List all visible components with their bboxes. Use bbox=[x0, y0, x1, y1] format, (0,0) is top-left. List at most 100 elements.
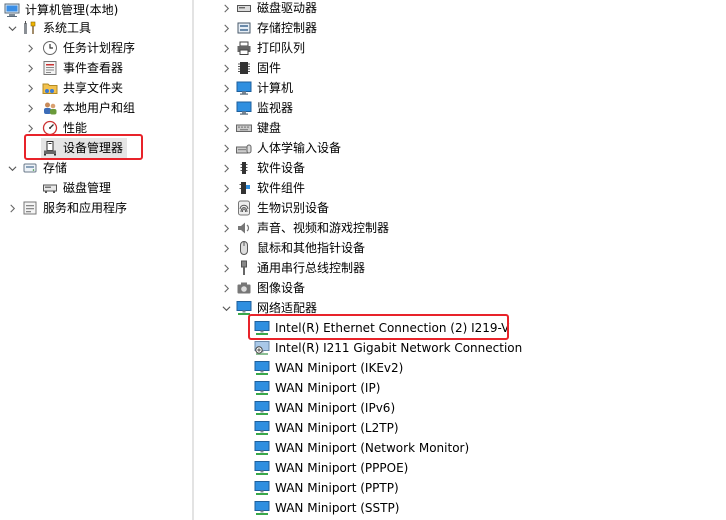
chevron-right-icon[interactable] bbox=[24, 58, 36, 78]
chevron-right-icon[interactable] bbox=[220, 18, 232, 38]
chevron-right-icon[interactable] bbox=[24, 78, 36, 98]
network-adapter-icon bbox=[254, 380, 270, 396]
category-label: 鼠标和其他指针设备 bbox=[257, 241, 366, 255]
disabled-network-adapter-icon bbox=[254, 340, 270, 356]
category-label: 软件组件 bbox=[257, 181, 306, 195]
device-category-biometric[interactable]: 生物识别设备 bbox=[220, 198, 329, 218]
device-category-network-adapters[interactable]: 网络适配器 bbox=[220, 298, 317, 318]
device-category-monitors[interactable]: 监视器 bbox=[220, 98, 293, 118]
tree-item-services-applications[interactable]: 服务和应用程序 bbox=[6, 198, 127, 218]
category-label: 图像设备 bbox=[257, 281, 306, 295]
device-label: WAN Miniport (L2TP) bbox=[275, 421, 399, 435]
device-category-imaging[interactable]: 图像设备 bbox=[220, 278, 305, 298]
chevron-right-icon[interactable] bbox=[220, 58, 232, 78]
tree-item-label: 存储 bbox=[43, 161, 68, 175]
speaker-icon bbox=[236, 220, 252, 236]
chevron-right-icon[interactable] bbox=[220, 118, 232, 138]
chevron-right-icon[interactable] bbox=[6, 198, 18, 218]
network-adapter-icon bbox=[254, 460, 270, 476]
chevron-right-icon[interactable] bbox=[220, 218, 232, 238]
chevron-right-icon[interactable] bbox=[220, 258, 232, 278]
category-label: 打印队列 bbox=[257, 41, 306, 55]
tree-item-label: 性能 bbox=[63, 121, 88, 135]
device-label: Intel(R) Ethernet Connection (2) I219-V bbox=[275, 321, 510, 335]
device-category-computer[interactable]: 计算机 bbox=[220, 78, 293, 98]
device-category-mice[interactable]: 鼠标和其他指针设备 bbox=[220, 238, 365, 258]
device-category-storage-controllers[interactable]: 存储控制器 bbox=[220, 18, 317, 38]
network-adapter-icon bbox=[254, 440, 270, 456]
users-icon bbox=[42, 100, 58, 116]
tree-item-label: 事件查看器 bbox=[63, 61, 124, 75]
tree-item-system-tools[interactable]: 系统工具 bbox=[6, 18, 91, 38]
tree-item-label: 服务和应用程序 bbox=[43, 201, 128, 215]
network-adapter-item[interactable]: Intel(R) I211 Gigabit Network Connection bbox=[254, 338, 522, 358]
chevron-right-icon[interactable] bbox=[220, 158, 232, 178]
chevron-right-icon[interactable] bbox=[24, 38, 36, 58]
network-adapter-item[interactable]: Intel(R) Ethernet Connection (2) I219-V bbox=[254, 318, 509, 338]
network-adapter-item[interactable]: WAN Miniport (IKEv2) bbox=[254, 358, 403, 378]
chevron-right-icon[interactable] bbox=[220, 138, 232, 158]
network-adapter-item[interactable]: WAN Miniport (L2TP) bbox=[254, 418, 399, 438]
network-adapter-item[interactable]: WAN Miniport (IPv6) bbox=[254, 398, 395, 418]
services-icon bbox=[22, 200, 38, 216]
tree-item-performance[interactable]: 性能 bbox=[24, 118, 87, 138]
computer-management-icon bbox=[4, 2, 20, 18]
chevron-right-icon[interactable] bbox=[220, 198, 232, 218]
navigation-tree: 计算机管理(本地) 系统工具 任务计划程序 事件查看器 共享文件夹 本地用户和组… bbox=[0, 0, 192, 520]
device-category-software-devices[interactable]: 软件设备 bbox=[220, 158, 305, 178]
device-category-keyboards[interactable]: 键盘 bbox=[220, 118, 281, 138]
device-label: WAN Miniport (IP) bbox=[275, 381, 381, 395]
hid-icon bbox=[236, 140, 252, 156]
network-adapter-item[interactable]: WAN Miniport (Network Monitor) bbox=[254, 438, 469, 458]
fingerprint-icon bbox=[236, 200, 252, 216]
device-category-print-queues[interactable]: 打印队列 bbox=[220, 38, 305, 58]
chevron-down-icon[interactable] bbox=[6, 18, 18, 38]
network-adapter-icon bbox=[254, 320, 270, 336]
tree-item-device-manager[interactable]: 设备管理器 bbox=[41, 138, 127, 158]
device-category-usb-controllers[interactable]: 通用串行总线控制器 bbox=[220, 258, 365, 278]
chevron-down-icon[interactable] bbox=[220, 298, 232, 318]
device-label: WAN Miniport (PPPOE) bbox=[275, 461, 409, 475]
tree-item-shared-folders[interactable]: 共享文件夹 bbox=[24, 78, 123, 98]
chevron-right-icon[interactable] bbox=[220, 178, 232, 198]
chevron-right-icon[interactable] bbox=[24, 98, 36, 118]
category-label: 磁盘驱动器 bbox=[257, 1, 318, 15]
device-category-software-components[interactable]: 软件组件 bbox=[220, 178, 305, 198]
disk-drive-icon bbox=[236, 0, 252, 16]
shared-folder-icon bbox=[42, 80, 58, 96]
category-label: 通用串行总线控制器 bbox=[257, 261, 366, 275]
chevron-down-icon[interactable] bbox=[6, 158, 18, 178]
chevron-right-icon[interactable] bbox=[220, 78, 232, 98]
monitor-icon bbox=[236, 100, 252, 116]
tree-item-storage[interactable]: 存储 bbox=[6, 158, 67, 178]
tree-item-disk-management[interactable]: 磁盘管理 bbox=[42, 178, 111, 198]
chevron-right-icon[interactable] bbox=[220, 38, 232, 58]
device-label: WAN Miniport (IPv6) bbox=[275, 401, 396, 415]
category-label: 存储控制器 bbox=[257, 21, 318, 35]
network-adapter-item[interactable]: WAN Miniport (PPPOE) bbox=[254, 458, 408, 478]
device-category-sound-video-game[interactable]: 声音、视频和游戏控制器 bbox=[220, 218, 389, 238]
tree-item-computer-management[interactable]: 计算机管理(本地) bbox=[4, 0, 118, 20]
device-category-firmware[interactable]: 固件 bbox=[220, 58, 281, 78]
chevron-right-icon[interactable] bbox=[24, 118, 36, 138]
network-adapter-item[interactable]: WAN Miniport (PPTP) bbox=[254, 478, 399, 498]
camera-icon bbox=[236, 280, 252, 296]
chevron-right-icon[interactable] bbox=[220, 98, 232, 118]
device-category-hid[interactable]: 人体学输入设备 bbox=[220, 138, 341, 158]
tree-item-local-users-groups[interactable]: 本地用户和组 bbox=[24, 98, 135, 118]
category-label: 固件 bbox=[257, 61, 282, 75]
chevron-right-icon[interactable] bbox=[220, 0, 232, 18]
network-adapter-icon bbox=[236, 300, 252, 316]
network-adapter-item[interactable]: WAN Miniport (SSTP) bbox=[254, 498, 399, 518]
chevron-right-icon[interactable] bbox=[220, 238, 232, 258]
device-manager-icon bbox=[42, 140, 58, 156]
mouse-icon bbox=[236, 240, 252, 256]
tree-item-event-viewer[interactable]: 事件查看器 bbox=[24, 58, 123, 78]
device-label: WAN Miniport (IKEv2) bbox=[275, 361, 404, 375]
chevron-right-icon[interactable] bbox=[220, 278, 232, 298]
device-category-disk-drives[interactable]: 磁盘驱动器 bbox=[220, 0, 317, 18]
tree-item-task-scheduler[interactable]: 任务计划程序 bbox=[24, 38, 135, 58]
network-adapter-item[interactable]: WAN Miniport (IP) bbox=[254, 378, 380, 398]
category-label: 人体学输入设备 bbox=[257, 141, 342, 155]
software-device-icon bbox=[236, 160, 252, 176]
